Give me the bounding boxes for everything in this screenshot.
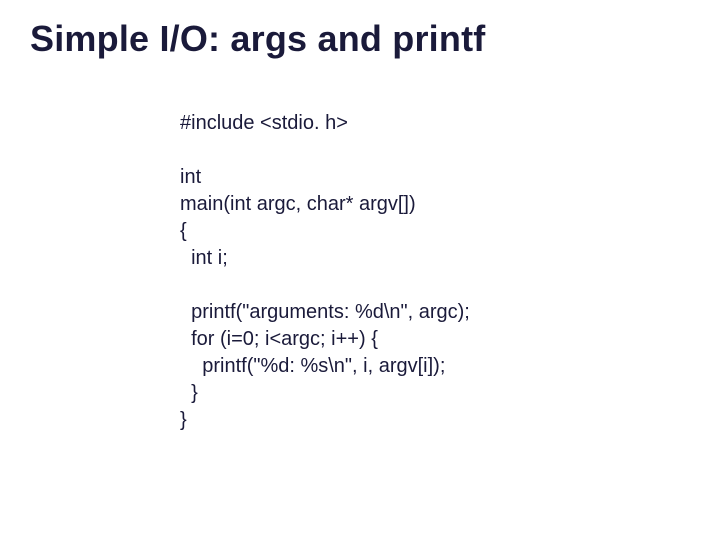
slide-title: Simple I/O: args and printf (30, 18, 485, 60)
slide: Simple I/O: args and printf #include <st… (0, 0, 720, 540)
code-block: #include <stdio. h> int main(int argc, c… (180, 110, 470, 434)
